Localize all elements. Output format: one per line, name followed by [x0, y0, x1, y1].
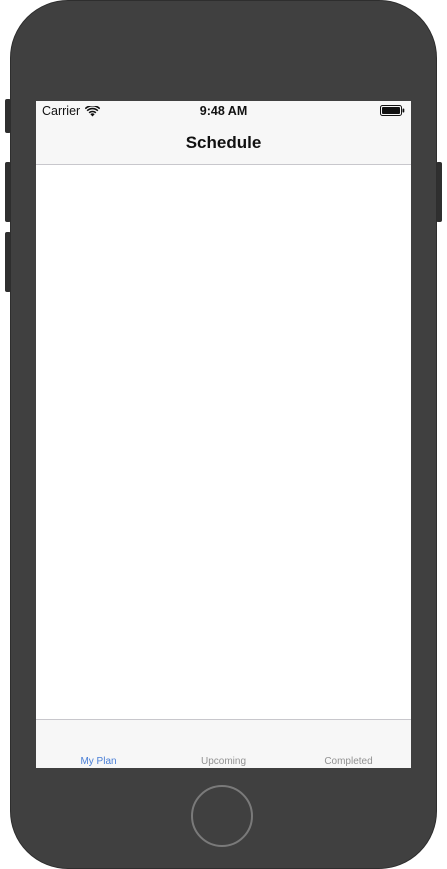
- schedule-content-area[interactable]: [36, 165, 411, 720]
- page-title: Schedule: [185, 133, 262, 152]
- tab-label: Completed: [324, 756, 373, 767]
- status-time: 9:48 AM: [199, 104, 248, 118]
- device-screen: Carrier 9:48 AM Schedule My Plan Upcomin…: [36, 101, 411, 768]
- status-bar: Carrier 9:48 AM: [36, 101, 411, 121]
- tab-label: My Plan: [80, 756, 117, 767]
- tab-upcoming[interactable]: Upcoming: [161, 720, 286, 768]
- home-button[interactable]: [191, 785, 253, 847]
- navigation-bar: Schedule: [36, 121, 411, 165]
- tab-completed[interactable]: Completed: [286, 720, 411, 768]
- tab-bar: My Plan Upcoming Completed: [36, 719, 411, 768]
- tab-my-plan[interactable]: My Plan: [36, 720, 161, 768]
- battery-icon: [380, 105, 405, 116]
- tab-label: Upcoming: [200, 756, 247, 767]
- simulator-stage: Carrier 9:48 AM Schedule My Plan Upcomin…: [0, 0, 447, 869]
